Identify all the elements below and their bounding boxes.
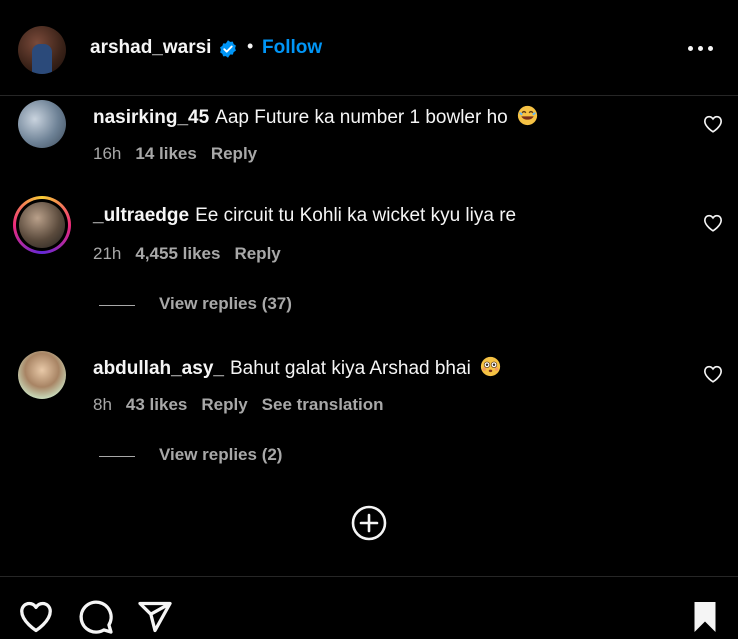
reply-button[interactable]: Reply (211, 144, 257, 163)
comment-body: Ee circuit tu Kohli ka wicket kyu liya r… (195, 205, 517, 226)
reply-button[interactable]: Reply (234, 244, 280, 263)
commenter-avatar (19, 202, 65, 248)
comment-item: nasirking_45 Aap Future ka number 1 bowle… (0, 96, 738, 176)
see-translation-button[interactable]: See translation (262, 395, 384, 414)
replies-divider-line (99, 456, 135, 457)
comment-likes[interactable]: 43 likes (126, 395, 187, 414)
comment-icon[interactable] (78, 599, 114, 635)
more-options-icon[interactable] (688, 46, 714, 52)
comment-meta: 16h 14 likes Reply (93, 144, 271, 164)
comment-time: 16h (93, 144, 122, 163)
comment-likes[interactable]: 4,455 likes (135, 244, 220, 263)
heart-icon[interactable] (703, 214, 723, 232)
share-icon[interactable] (137, 599, 173, 635)
plus-circle-icon[interactable] (350, 504, 388, 542)
comment-text: nasirking_45 Aap Future ka number 1 bowle… (93, 105, 538, 129)
separator-dot: • (247, 36, 254, 56)
bookmark-icon[interactable] (687, 599, 723, 635)
view-replies-button[interactable]: View replies (37) (99, 294, 399, 318)
follow-button[interactable]: Follow (262, 37, 322, 59)
flushed-face-emoji (480, 356, 501, 377)
comment-body: Bahut galat kiya Arshad bhai (229, 358, 471, 379)
commenter-avatar-story-ring[interactable] (13, 196, 71, 254)
comment-meta: 8h 43 likes Reply See translation (93, 395, 398, 415)
commenter-username[interactable]: abdullah_asy_ (93, 358, 224, 379)
comment-body: Aap Future ka number 1 bowler ho (215, 107, 508, 128)
comment-text: abdullah_asy_ Bahut galat kiya Arshad bha… (93, 356, 501, 380)
heart-icon[interactable] (703, 115, 723, 133)
comment-time: 8h (93, 395, 112, 414)
like-icon[interactable] (18, 599, 54, 635)
commenter-avatar[interactable] (18, 100, 66, 148)
comment-time: 21h (93, 244, 122, 263)
replies-divider-line (99, 305, 135, 306)
author-avatar[interactable] (18, 26, 66, 74)
view-replies-label: View replies (37) (159, 294, 292, 313)
comment-item: abdullah_asy_ Bahut galat kiya Arshad bha… (0, 347, 738, 477)
view-replies-button[interactable]: View replies (2) (99, 445, 399, 469)
rolling-on-floor-laughing-emoji (517, 105, 538, 126)
commenter-username[interactable]: nasirking_45 (93, 107, 209, 128)
comment-text: _ultraedge Ee circuit tu Kohli ka wicket … (93, 205, 516, 227)
author-username[interactable]: arshad_warsi (90, 37, 211, 59)
view-replies-label: View replies (2) (159, 445, 283, 464)
verified-badge-icon (220, 40, 236, 58)
commenter-avatar[interactable] (18, 351, 66, 399)
comment-item: _ultraedge Ee circuit tu Kohli ka wicket … (0, 196, 738, 326)
heart-icon[interactable] (703, 365, 723, 383)
comment-likes[interactable]: 14 likes (135, 144, 196, 163)
comment-meta: 21h 4,455 likes Reply (93, 244, 295, 264)
post-header: arshad_warsi • Follow (0, 0, 738, 96)
commenter-username[interactable]: _ultraedge (93, 205, 189, 226)
reply-button[interactable]: Reply (201, 395, 247, 414)
post-actions-bar (0, 576, 738, 639)
